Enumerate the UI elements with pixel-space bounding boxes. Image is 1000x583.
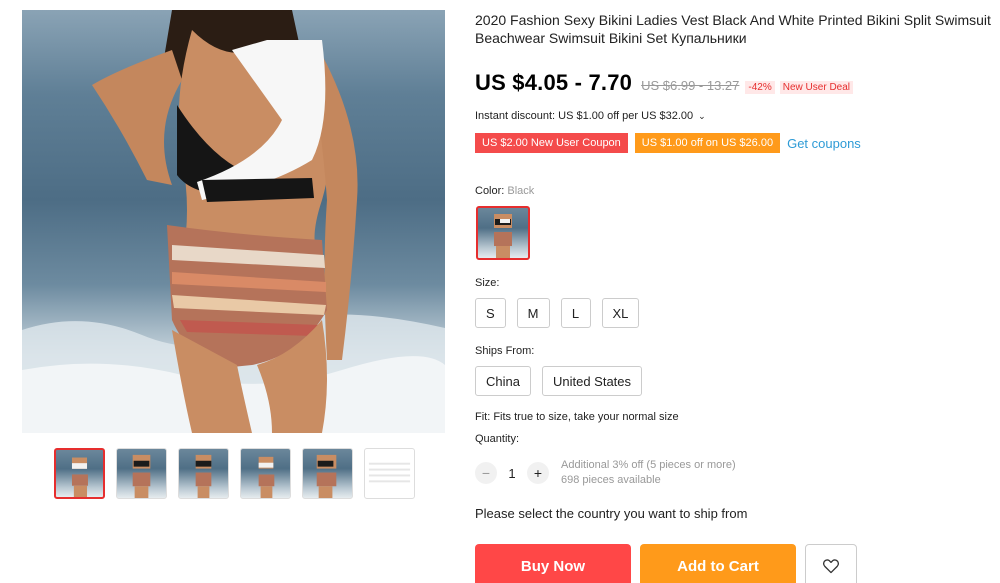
coupon-row: US $2.00 New User Coupon US $1.00 off on… — [475, 133, 861, 153]
color-label-text: Color: — [475, 185, 505, 197]
ships-from-china[interactable]: China — [475, 366, 531, 396]
size-options: S M L XL — [475, 298, 640, 328]
quantity-value[interactable]: 1 — [497, 466, 527, 481]
stock-available-text: 698 pieces available — [561, 474, 661, 486]
size-label: Size: — [475, 277, 500, 289]
thumbnail-photo — [316, 454, 337, 498]
thumbnail-1[interactable] — [54, 448, 105, 499]
size-option-m[interactable]: M — [516, 298, 550, 328]
instant-discount-text: Instant discount: US $1.00 off per US $3… — [475, 110, 694, 122]
size-option-s[interactable]: S — [475, 298, 506, 328]
color-swatch-black[interactable] — [476, 206, 530, 260]
thumbnail-4[interactable] — [240, 448, 291, 499]
size-option-l[interactable]: L — [560, 298, 591, 328]
thumbnail-photo — [132, 454, 151, 498]
thumbnail-photo — [258, 456, 275, 498]
new-user-deal-badge: New User Deal — [779, 81, 854, 94]
thumbnail-2[interactable] — [116, 448, 167, 499]
discount-badge: -42% — [745, 81, 775, 94]
new-user-coupon[interactable]: US $2.00 New User Coupon — [475, 133, 628, 153]
thumbnail-5[interactable] — [302, 448, 353, 499]
quantity-decrease-button[interactable]: − — [475, 462, 497, 484]
thumbnail-6[interactable] — [364, 448, 415, 499]
wishlist-button[interactable] — [805, 544, 857, 583]
ships-from-united-states[interactable]: United States — [541, 366, 643, 396]
product-title: 2020 Fashion Sexy Bikini Ladies Vest Bla… — [475, 12, 991, 46]
ships-from-options: China United States — [475, 366, 643, 396]
color-label: Color: Black — [475, 185, 534, 197]
current-price: US $4.05 - 7.70 — [475, 70, 633, 95]
price-row: US $4.05 - 7.70 US $6.99 - 13.27 -42% Ne… — [475, 70, 854, 96]
thumbnail-3[interactable] — [178, 448, 229, 499]
instant-discount[interactable]: Instant discount: US $1.00 off per US $3… — [475, 110, 706, 122]
ships-from-label: Ships From: — [475, 345, 535, 357]
ship-country-message: Please select the country you want to sh… — [475, 506, 748, 521]
swatch-photo — [494, 214, 512, 258]
buy-now-button[interactable]: Buy Now — [475, 544, 631, 583]
chevron-down-icon: ⌄ — [698, 111, 706, 121]
main-product-image[interactable] — [22, 10, 445, 433]
fit-note: Fit: Fits true to size, take your normal… — [475, 411, 679, 423]
quantity-info: Additional 3% off (5 pieces or more) 698… — [561, 458, 736, 488]
thumbnail-photo — [195, 454, 212, 498]
get-coupons-link[interactable]: Get coupons — [787, 136, 861, 151]
product-photo — [22, 10, 445, 433]
store-coupon[interactable]: US $1.00 off on US $26.00 — [634, 133, 781, 153]
selected-color-value: Black — [507, 185, 535, 197]
thumbnail-strip — [54, 448, 415, 499]
original-price: US $6.99 - 13.27 — [641, 78, 740, 93]
quantity-increase-button[interactable]: + — [527, 462, 549, 484]
quantity-label: Quantity: — [475, 433, 520, 445]
heart-icon — [822, 559, 840, 574]
size-chart-thumbnail — [368, 462, 411, 483]
size-option-xl[interactable]: XL — [601, 298, 640, 328]
thumbnail-photo — [71, 457, 88, 497]
bulk-discount-text: Additional 3% off (5 pieces or more) — [561, 459, 736, 471]
quantity-stepper: − 1 + Additional 3% off (5 pieces or mor… — [475, 458, 736, 488]
add-to-cart-button[interactable]: Add to Cart — [640, 544, 796, 583]
